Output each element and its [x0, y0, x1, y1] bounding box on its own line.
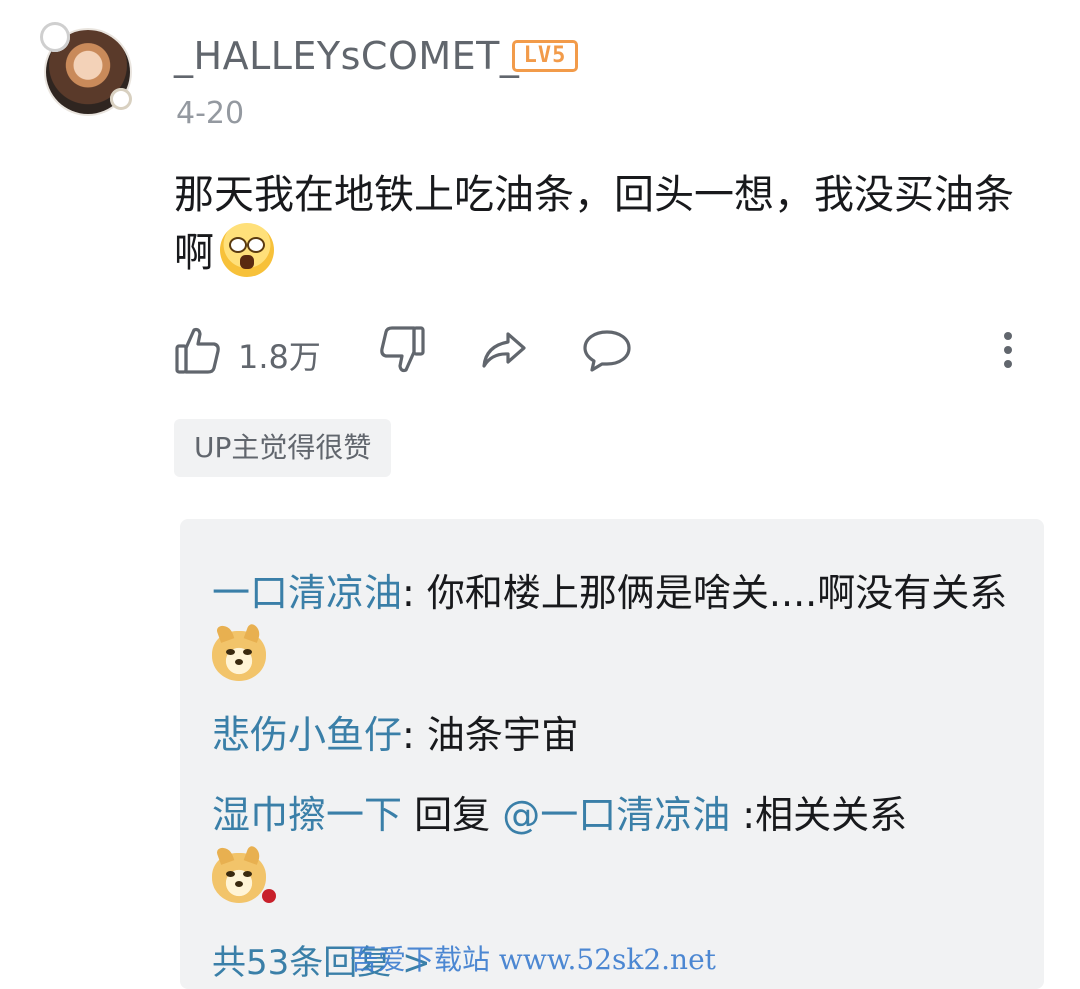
- reply-text: 相关关系: [755, 793, 908, 837]
- reply-username[interactable]: 湿巾擦一下: [212, 793, 402, 837]
- share-icon[interactable]: [480, 322, 528, 378]
- reply-preview-box[interactable]: 一口清凉油: 你和楼上那俩是啥关....啊没有关系 悲伤小鱼仔: 油条宇宙 湿巾…: [180, 519, 1044, 989]
- reply-bubble-icon[interactable]: [582, 322, 632, 378]
- reply-word: 回复: [402, 793, 503, 837]
- username[interactable]: _HALLEYsCOMET_: [174, 34, 519, 78]
- shocked-face-emoji-icon: [220, 223, 274, 277]
- reply-separator: :: [730, 793, 756, 837]
- reply-item[interactable]: 悲伤小鱼仔: 油条宇宙: [212, 703, 1012, 767]
- reply-item[interactable]: 湿巾擦一下 回复 @一口清凉油 :相关关系: [212, 783, 1012, 911]
- avatar[interactable]: [40, 22, 136, 118]
- thumbs-down-icon[interactable]: [378, 322, 426, 378]
- level-badge: LV5: [512, 40, 578, 72]
- reply-mention[interactable]: @一口清凉油: [502, 793, 730, 837]
- more-vertical-icon[interactable]: [1002, 322, 1014, 378]
- thumbs-up-icon[interactable]: [174, 322, 222, 378]
- comment-text-content: 那天我在地铁上吃油条，回头一想，我没买油条啊: [174, 172, 1014, 276]
- avatar-pendant-flower-small-icon: [110, 88, 132, 110]
- reply-separator: :: [402, 571, 427, 615]
- avatar-pendant-flower-icon: [40, 22, 70, 52]
- reply-separator: :: [402, 713, 427, 757]
- watermark: 吾爱下载站 www.52sk2.net: [350, 943, 716, 976]
- reply-item[interactable]: 一口清凉油: 你和楼上那俩是啥关....啊没有关系: [212, 561, 1012, 689]
- reply-text: 油条宇宙: [426, 713, 579, 757]
- comment-text: 那天我在地铁上吃油条，回头一想，我没买油条啊: [174, 166, 1044, 282]
- doge-rose-emoji-icon: [212, 852, 276, 903]
- comment-action-bar: 1.8万: [174, 322, 1034, 378]
- reply-text: 你和楼上那俩是啥关....啊没有关系: [426, 571, 1008, 615]
- doge-emoji-icon: [212, 630, 266, 681]
- like-count: 1.8万: [238, 338, 321, 376]
- comment-date: 4-20: [176, 96, 245, 131]
- up-liked-tag: UP主觉得很赞: [174, 419, 392, 477]
- reply-username[interactable]: 悲伤小鱼仔: [212, 713, 402, 757]
- reply-username[interactable]: 一口清凉油: [212, 571, 402, 615]
